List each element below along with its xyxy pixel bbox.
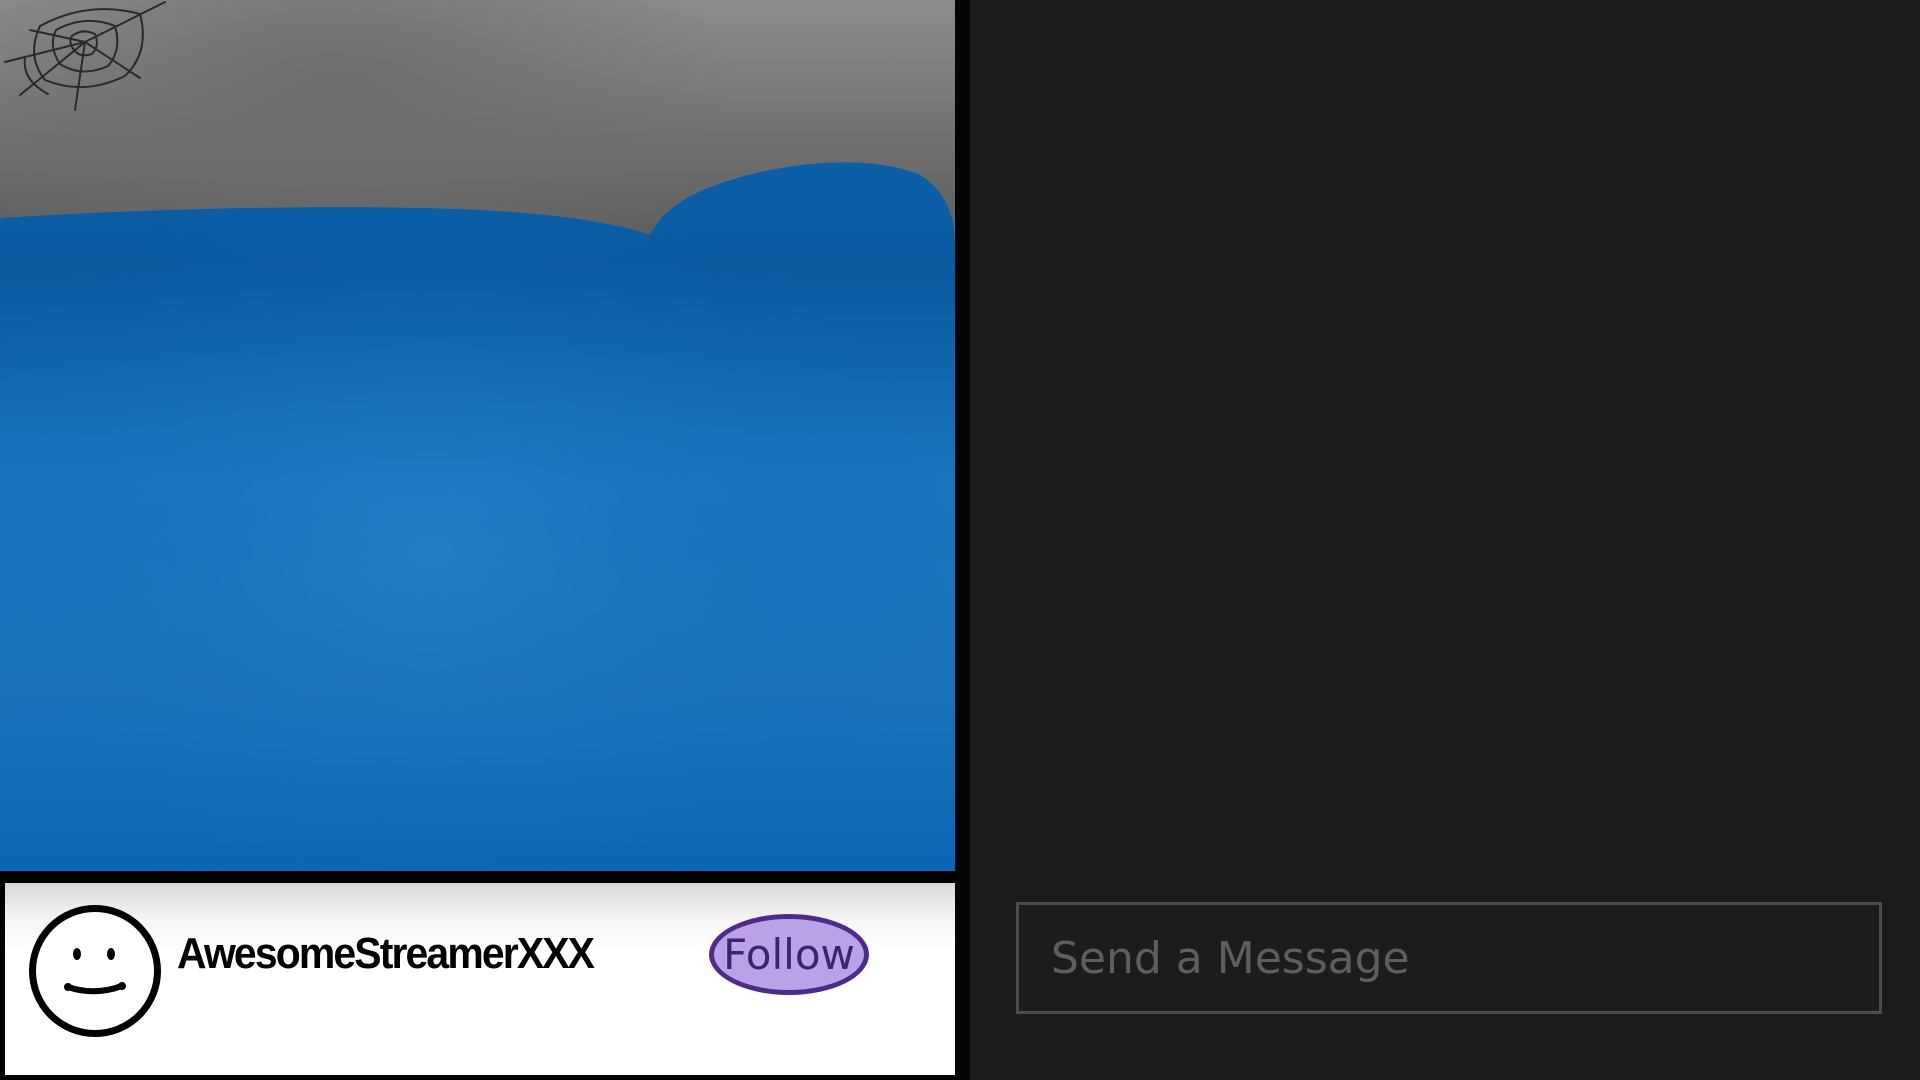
streamer-name[interactable]: AwesomeStreamerXXX (177, 929, 595, 979)
chat-message-list[interactable] (970, 0, 1920, 880)
stream-video[interactable] (0, 0, 955, 871)
streamer-info-bar: AwesomeStreamerXXX Follow (0, 871, 967, 1080)
send-message-input[interactable] (1019, 905, 1879, 1011)
chat-panel (970, 0, 1920, 1080)
streamer-avatar[interactable] (29, 905, 161, 1037)
stream-page: AwesomeStreamerXXX Follow (0, 0, 1920, 1080)
video-water-scene (0, 162, 955, 871)
message-box[interactable] (1016, 902, 1882, 1014)
cobweb-icon (4, 1, 166, 111)
follow-button[interactable]: Follow (709, 914, 869, 995)
streamer-info-panel: AwesomeStreamerXXX Follow (5, 883, 963, 1075)
smiley-face-icon (64, 948, 126, 995)
chat-divider (955, 0, 970, 1080)
